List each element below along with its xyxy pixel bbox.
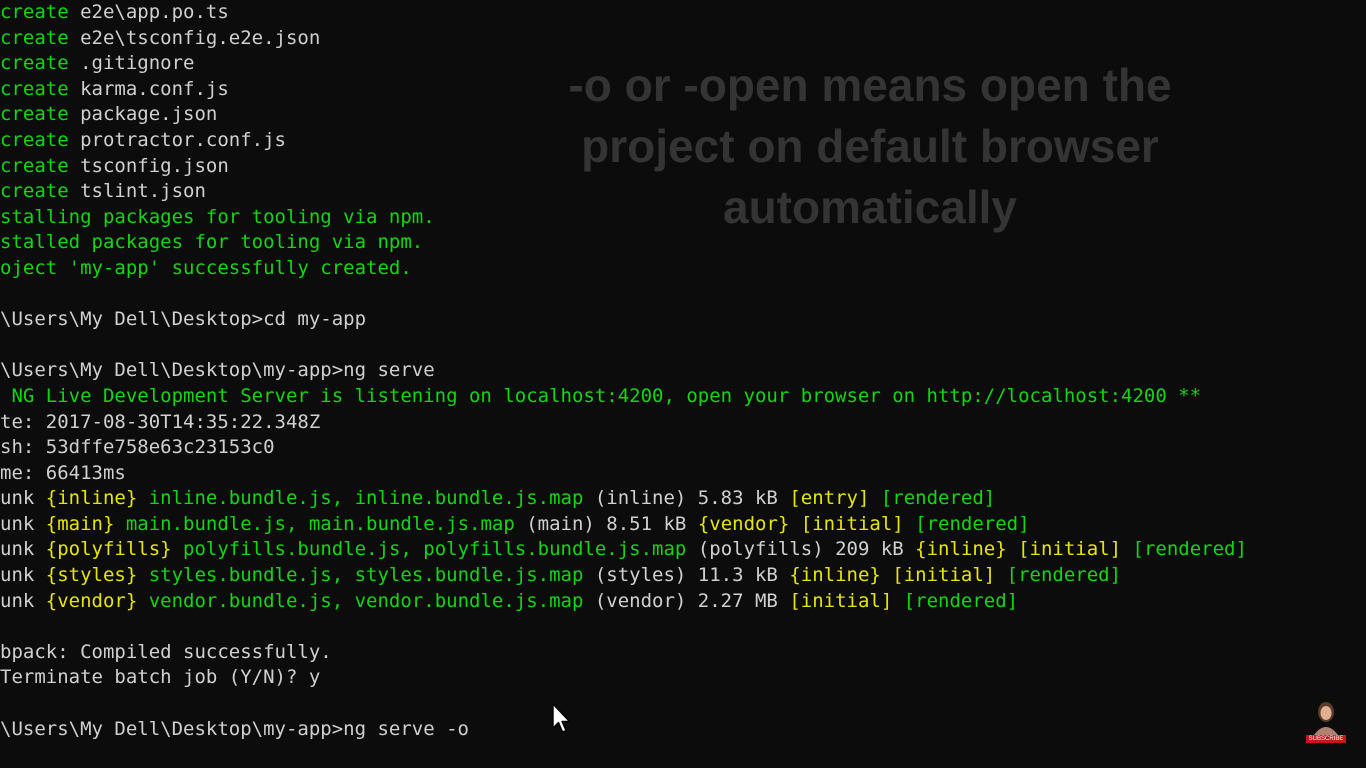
terminal-line: unk {vendor} vendor.bundle.js, vendor.bu…	[0, 589, 1366, 615]
terminal-text: tslint.json	[80, 180, 206, 203]
terminal-text: create	[0, 77, 81, 100]
terminal-text: create	[0, 26, 81, 49]
terminal-text: {vendor}	[45, 589, 149, 612]
terminal-line: sh: 53dffe758e63c23153c0	[0, 435, 1366, 461]
terminal-text: unk	[0, 487, 46, 510]
terminal-text: (main) 8.51 kB	[526, 512, 698, 535]
terminal-text: te: 2017-08-30T14:35:22.348Z	[0, 410, 321, 433]
terminal-text: create	[0, 52, 81, 75]
terminal-line: create e2e\tsconfig.e2e.json	[0, 26, 1366, 52]
terminal-text: create	[0, 128, 81, 151]
avatar-figure-icon	[1314, 702, 1338, 735]
terminal-text: (vendor) 2.27 MB	[594, 589, 790, 612]
terminal-text: create	[0, 154, 81, 177]
terminal-text: me: 66413ms	[0, 461, 126, 484]
terminal-line: bpack: Compiled successfully.	[0, 640, 1366, 666]
terminal-text: [initial]	[789, 589, 904, 612]
caption-overlay: -o or -open means open the project on de…	[568, 59, 1172, 233]
terminal-line: me: 66413ms	[0, 461, 1366, 487]
terminal-text: (styles) 11.3 kB	[594, 564, 790, 587]
terminal-text: create	[0, 180, 81, 203]
terminal-text: (polyfills) 209 kB	[697, 538, 916, 561]
channel-avatar-icon[interactable]: SUBSCRIBE	[1306, 699, 1346, 743]
terminal-text: \Users\My Dell\Desktop\my-app>ng serve -…	[0, 717, 469, 740]
terminal-line: create e2e\app.po.ts	[0, 0, 1366, 26]
terminal-text: {inline} [initial]	[915, 538, 1133, 561]
terminal-text: stalled packages for tooling via npm.	[0, 231, 424, 254]
terminal-text: [entry]	[789, 487, 881, 510]
terminal-text: {vendor} [initial]	[697, 512, 916, 535]
terminal-text: {main}	[45, 512, 126, 535]
terminal-line: unk {styles} styles.bundle.js, styles.bu…	[0, 563, 1366, 589]
terminal-text: e2e\app.po.ts	[80, 1, 229, 23]
terminal-text: e2e\tsconfig.e2e.json	[80, 26, 321, 49]
terminal-text: {inline} [initial]	[789, 564, 1007, 587]
terminal-text: main.bundle.js, main.bundle.js.map	[125, 512, 527, 535]
terminal-line: unk {polyfills} polyfills.bundle.js, pol…	[0, 537, 1366, 563]
terminal-line: oject 'my-app' successfully created.	[0, 256, 1366, 282]
terminal-text: create	[0, 103, 81, 126]
terminal-text: sh: 53dffe758e63c23153c0	[0, 436, 275, 459]
terminal-text: vendor.bundle.js, vendor.bundle.js.map	[148, 589, 595, 612]
terminal-text: create	[0, 1, 81, 23]
terminal-text: styles.bundle.js, styles.bundle.js.map	[148, 564, 595, 587]
terminal-text: (inline) 5.83 kB	[594, 487, 790, 510]
terminal-text: Terminate batch job (Y/N)? y	[0, 666, 321, 689]
terminal-text: \Users\My Dell\Desktop>cd my-app	[0, 308, 367, 331]
terminal-line: \Users\My Dell\Desktop>cd my-app	[0, 307, 1366, 333]
terminal-text: [rendered]	[1132, 538, 1247, 561]
terminal-text: \Users\My Dell\Desktop\my-app>ng serve	[0, 359, 435, 382]
terminal-text: [rendered]	[915, 512, 1030, 535]
terminal-line: te: 2017-08-30T14:35:22.348Z	[0, 410, 1366, 436]
subscribe-badge: SUBSCRIBE	[1306, 735, 1346, 743]
terminal-text: karma.conf.js	[80, 77, 229, 100]
terminal-text: {styles}	[45, 564, 149, 587]
terminal-text: unk	[0, 589, 46, 612]
terminal-line: unk {main} main.bundle.js, main.bundle.j…	[0, 512, 1366, 538]
terminal-text: NG Live Development Server is listening …	[0, 384, 1202, 407]
terminal-text: [rendered]	[903, 589, 1019, 612]
terminal-text: stalling packages for tooling via npm.	[0, 205, 435, 228]
terminal-text: unk	[0, 538, 46, 561]
terminal-text: protractor.conf.js	[80, 128, 286, 151]
terminal-text: [rendered]	[880, 487, 996, 510]
terminal-line: NG Live Development Server is listening …	[0, 384, 1366, 410]
terminal-line: unk {inline} inline.bundle.js, inline.bu…	[0, 486, 1366, 512]
terminal-line: \Users\My Dell\Desktop\my-app>ng serve -…	[0, 717, 1366, 743]
video-frame: create e2e\app.po.ts create e2e\tsconfig.…	[0, 0, 1366, 768]
terminal-text: oject 'my-app' successfully created.	[0, 256, 412, 279]
terminal-text: [rendered]	[1006, 564, 1122, 587]
terminal-text: .gitignore	[80, 52, 195, 75]
terminal-text: {polyfills}	[45, 538, 184, 561]
terminal-text: {inline}	[45, 487, 149, 510]
terminal-text: unk	[0, 564, 46, 587]
terminal-line: \Users\My Dell\Desktop\my-app>ng serve	[0, 358, 1366, 384]
terminal-text: tsconfig.json	[80, 154, 229, 177]
mouse-pointer-icon	[552, 703, 571, 733]
terminal-text: unk	[0, 512, 46, 535]
terminal-line: Terminate batch job (Y/N)? y	[0, 665, 1366, 691]
terminal-text: package.json	[80, 103, 218, 126]
terminal-text: polyfills.bundle.js, polyfills.bundle.js…	[183, 538, 698, 561]
terminal-text: bpack: Compiled successfully.	[0, 640, 332, 663]
terminal-text: inline.bundle.js, inline.bundle.js.map	[148, 487, 595, 510]
